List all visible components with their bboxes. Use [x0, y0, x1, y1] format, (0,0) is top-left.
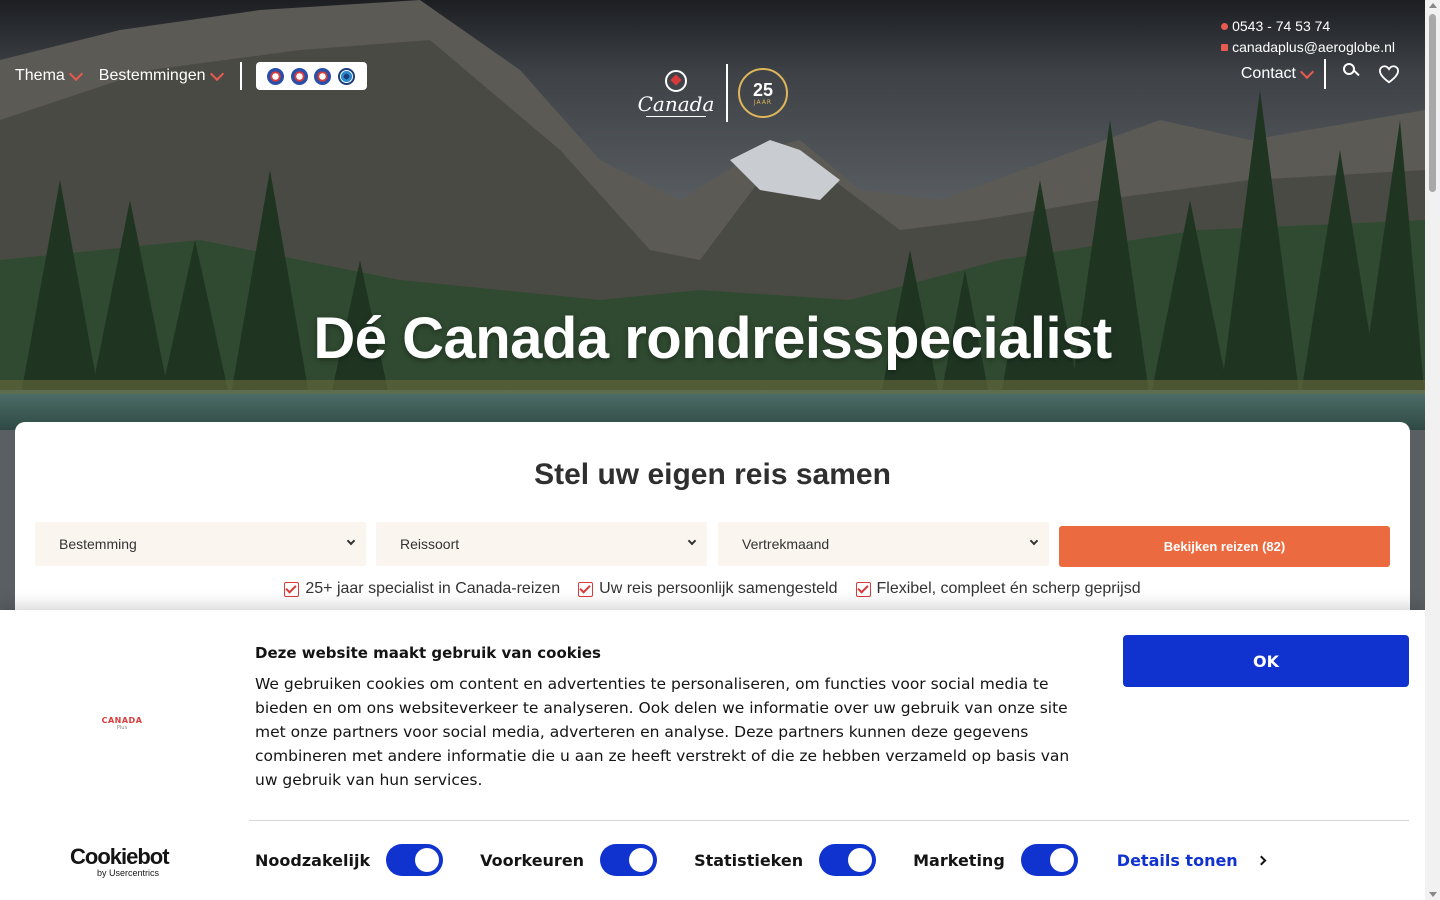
details-link-label: Details tonen — [1116, 850, 1238, 870]
chevron-down-icon — [1029, 536, 1039, 546]
toggle-group-preferences: Voorkeuren — [480, 844, 658, 876]
cookie-body-text: We gebruiken cookies om content en adver… — [255, 675, 1070, 789]
maple-pin-icon — [665, 69, 687, 92]
consent-toggles: Noodzakelijk Voorkeuren Statistieken Mar… — [255, 844, 1267, 876]
email-row[interactable]: canadaplus@aeroglobe.nl — [1221, 37, 1395, 58]
usp-text: 25+ jaar specialist in Canada-reizen — [305, 580, 561, 597]
toggle-group-marketing: Marketing — [913, 844, 1078, 876]
statistics-toggle[interactable] — [819, 844, 877, 876]
necessary-toggle[interactable] — [386, 844, 444, 876]
search-title: Stel uw eigen reis samen — [534, 458, 891, 491]
scrollbar-thumb[interactable] — [1429, 14, 1436, 192]
email-address: canadaplus@aeroglobe.nl — [1232, 39, 1395, 55]
page-scrollbar[interactable] — [1425, 0, 1440, 900]
contact-info: 0543 - 74 53 74 canadaplus@aeroglobe.nl — [1221, 16, 1395, 58]
heart-icon[interactable] — [1378, 64, 1400, 84]
cookiebot-wordmark: Cookiebot — [70, 844, 170, 869]
anniversary-badge: 25 JAAR — [738, 68, 788, 118]
mail-icon — [1221, 44, 1229, 51]
hero-title: Dé Canada rondreisspecialist — [313, 306, 1112, 371]
toggle-label: Voorkeuren — [480, 850, 585, 870]
departure-month-select[interactable]: Vertrekmaand — [718, 522, 1049, 566]
phone-icon — [1221, 23, 1229, 30]
usp-item: Uw reis persoonlijk samengesteld — [578, 580, 838, 598]
marketing-toggle[interactable] — [1020, 844, 1078, 876]
usp-text: Uw reis persoonlijk samengesteld — [599, 580, 838, 597]
nav-bestemmingen[interactable]: Bestemmingen — [98, 66, 224, 85]
cookie-site-logo: CANADA Plus — [101, 716, 143, 734]
nav-divider — [1324, 59, 1326, 89]
nav-divider — [239, 62, 242, 90]
checkbox-check-icon — [855, 581, 871, 597]
cookie-logo-sub: Plus — [116, 725, 128, 731]
search-icon[interactable] — [1342, 62, 1360, 80]
site-logo[interactable]: Canada 25 JAAR — [636, 62, 788, 124]
main-nav-right: Contact — [1241, 59, 1400, 89]
departure-month-select-value: Vertrekmaand — [742, 536, 830, 552]
nav-thema[interactable]: Thema — [15, 66, 83, 85]
scroll-down-arrow-icon[interactable] — [1429, 892, 1437, 897]
scroll-up-arrow-icon[interactable] — [1429, 3, 1437, 8]
sgr-badge-icon — [266, 67, 284, 85]
destination-select-value: Bestemming — [59, 536, 137, 552]
phone-row[interactable]: 0543 - 74 53 74 — [1221, 16, 1395, 37]
cookie-banner: CANADA Plus Deze website maakt gebruik v… — [0, 610, 1425, 900]
anniversary-word: JAAR — [753, 98, 773, 106]
main-nav-left: Thema Bestemmingen — [15, 62, 367, 90]
cookiebot-byline: by Usercentrics — [97, 868, 160, 878]
chevron-down-icon — [687, 536, 697, 546]
checkbox-check-icon — [284, 581, 300, 597]
view-trips-button[interactable]: Bekijken reizen (82) — [1059, 526, 1390, 567]
logo-divider — [726, 64, 728, 122]
checkbox-check-icon — [578, 581, 594, 597]
sgr-badge-icon — [290, 67, 308, 85]
chevron-down-icon — [68, 66, 83, 82]
toggle-group-necessary: Noodzakelijk — [255, 844, 444, 876]
nav-contact-label: Contact — [1240, 65, 1296, 82]
cookie-ok-button[interactable]: OK — [1123, 635, 1409, 687]
usp-text: Flexibel, compleet én scherp geprijsd — [876, 580, 1141, 597]
details-toggle-link[interactable]: Details tonen — [1116, 850, 1267, 870]
logo-brand-text: Canada — [637, 91, 715, 116]
nav-thema-label: Thema — [15, 67, 65, 84]
anniversary-number: 25 — [752, 79, 774, 100]
cookie-heading: Deze website maakt gebruik van cookies — [255, 644, 601, 662]
certification-badges[interactable] — [255, 62, 367, 90]
sgr-badge-icon — [314, 67, 332, 85]
toggle-label: Marketing — [913, 850, 1005, 870]
canada-plus-logo: Canada — [636, 62, 716, 124]
trip-type-select[interactable]: Reissoort — [376, 522, 707, 566]
usp-item: Flexibel, compleet én scherp geprijsd — [855, 580, 1141, 598]
toggle-group-statistics: Statistieken — [694, 844, 877, 876]
usp-list: 25+ jaar specialist in Canada-reizen Uw … — [15, 580, 1410, 598]
preferences-toggle[interactable] — [600, 844, 658, 876]
trip-type-select-value: Reissoort — [400, 536, 460, 552]
destination-select[interactable]: Bestemming — [35, 522, 366, 566]
cookie-logo-text: CANADA — [101, 716, 143, 725]
toggle-label: Statistieken — [694, 850, 804, 870]
chevron-down-icon — [209, 66, 224, 82]
nav-bestemmingen-label: Bestemmingen — [98, 67, 206, 84]
chevron-right-icon — [1256, 855, 1267, 865]
phone-number: 0543 - 74 53 74 — [1232, 18, 1331, 34]
nav-contact[interactable]: Contact — [1240, 64, 1315, 83]
cookiebot-logo[interactable]: Cookiebot by Usercentrics — [70, 844, 170, 879]
anvr-badge-icon — [338, 67, 356, 85]
chevron-down-icon — [1299, 64, 1315, 80]
chevron-down-icon — [346, 536, 356, 546]
toggle-label: Noodzakelijk — [255, 850, 371, 870]
usp-item: 25+ jaar specialist in Canada-reizen — [284, 580, 560, 598]
cookie-divider — [249, 820, 1409, 821]
logo-underline — [646, 115, 706, 117]
